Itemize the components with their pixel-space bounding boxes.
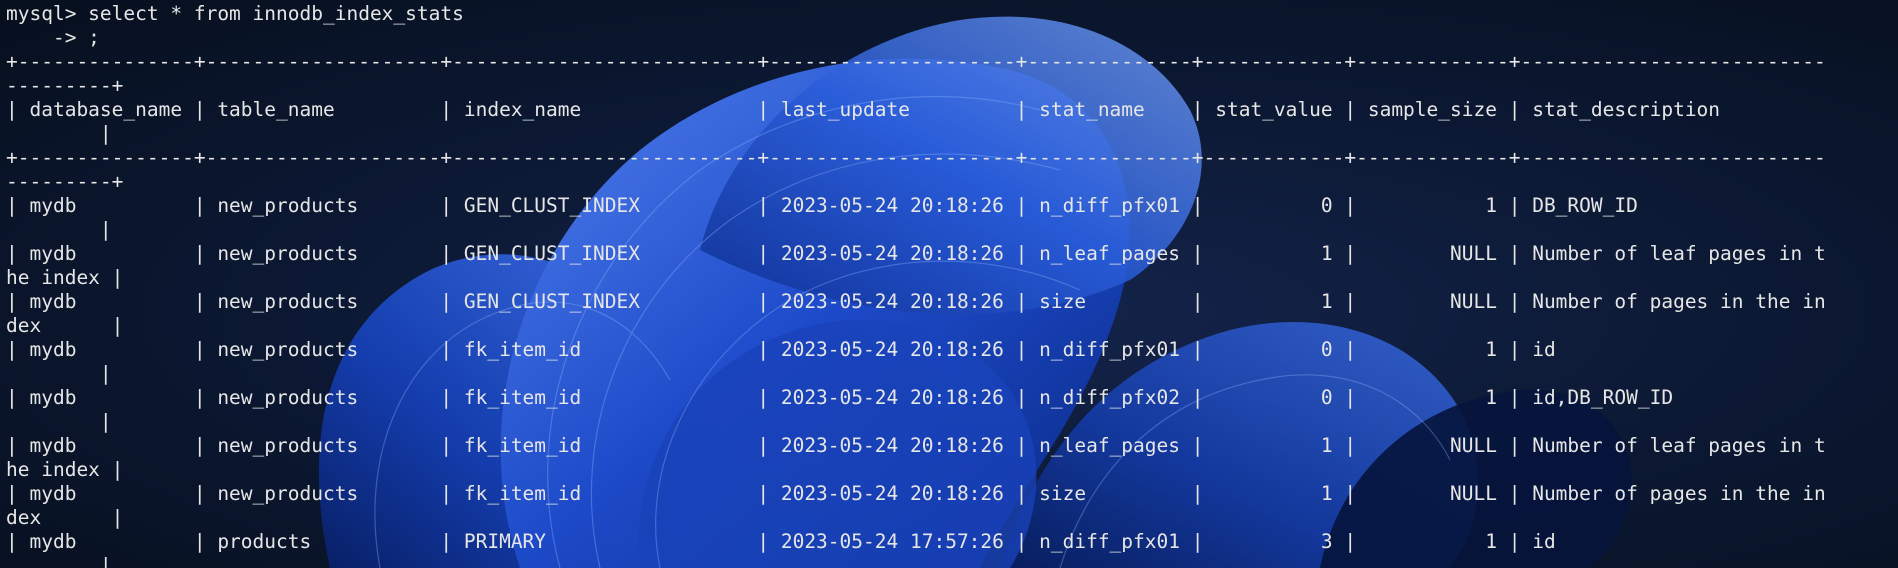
table-header-row: | database_name | table_name | index_nam…	[6, 98, 1721, 121]
terminal-output[interactable]: mysql> select * from innodb_index_stats …	[6, 2, 1898, 568]
table-row: | mydb | new_products | GEN_CLUST_INDEX …	[6, 242, 1826, 265]
table-border-line: ---------+	[6, 170, 124, 193]
table-row: | mydb | new_products | GEN_CLUST_INDEX …	[6, 194, 1638, 217]
table-row: he index |	[6, 266, 124, 289]
table-row: |	[6, 554, 112, 568]
table-row: |	[6, 362, 112, 385]
table-row: | mydb | new_products | fk_item_id | 202…	[6, 386, 1674, 409]
table-row: | mydb | products | PRIMARY | 2023-05-24…	[6, 530, 1556, 553]
terminal-window[interactable]: mysql> select * from innodb_index_stats …	[0, 0, 1898, 568]
table-row: | mydb | new_products | fk_item_id | 202…	[6, 434, 1826, 457]
table-row: | mydb | new_products | fk_item_id | 202…	[6, 338, 1556, 361]
terminal-line: mysql> select * from innodb_index_stats	[6, 2, 464, 25]
table-border-line: +---------------+--------------------+--…	[6, 146, 1826, 169]
table-border-line: +---------------+--------------------+--…	[6, 50, 1826, 73]
table-row: dex |	[6, 506, 124, 529]
table-row: |	[6, 410, 112, 433]
table-row: dex |	[6, 314, 124, 337]
table-row: | mydb | new_products | GEN_CLUST_INDEX …	[6, 290, 1826, 313]
table-row: | mydb | new_products | fk_item_id | 202…	[6, 482, 1826, 505]
table-border-line: ---------+	[6, 74, 124, 97]
table-header-row: |	[6, 122, 112, 145]
table-row: he index |	[6, 458, 124, 481]
terminal-line: -> ;	[6, 26, 100, 49]
table-row: |	[6, 218, 112, 241]
